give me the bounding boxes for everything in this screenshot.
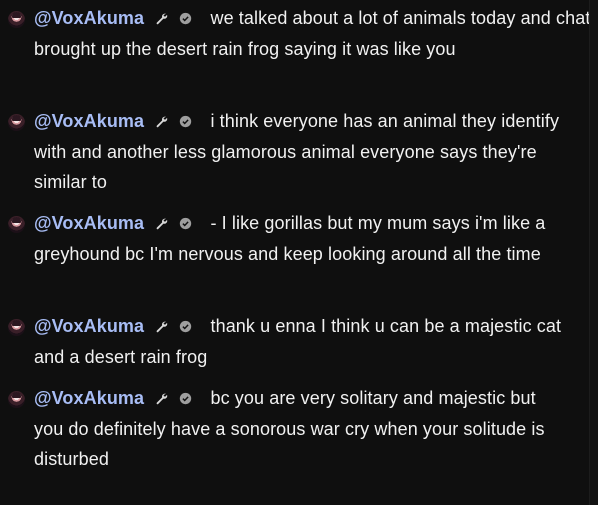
author-name[interactable]: @VoxAkuma xyxy=(34,388,144,408)
verified-check-icon xyxy=(180,115,192,128)
verified-check-icon xyxy=(180,320,192,333)
verified-check-icon xyxy=(180,392,192,405)
author-avatar[interactable] xyxy=(8,216,25,233)
chat-message: @VoxAkuma thank u enna I think u can be … xyxy=(0,311,582,372)
moderator-wrench-icon xyxy=(156,393,168,405)
moderator-wrench-icon xyxy=(156,218,168,230)
moderator-wrench-icon xyxy=(156,116,168,128)
chat-message: @VoxAkuma bc you are very solitary and m… xyxy=(0,383,569,475)
author-name[interactable]: @VoxAkuma xyxy=(34,111,144,131)
moderator-wrench-icon xyxy=(156,321,168,333)
scrollbar-track[interactable] xyxy=(589,0,598,505)
moderator-wrench-icon xyxy=(156,13,168,25)
verified-check-icon xyxy=(180,217,192,230)
author-name[interactable]: @VoxAkuma xyxy=(34,213,144,233)
author-avatar[interactable] xyxy=(8,391,25,408)
chat-message: @VoxAkuma i think everyone has an animal… xyxy=(0,106,574,198)
author-avatar[interactable] xyxy=(8,114,25,131)
author-name[interactable]: @VoxAkuma xyxy=(34,8,144,28)
author-avatar[interactable] xyxy=(8,319,25,336)
author-avatar[interactable] xyxy=(8,11,25,28)
author-name[interactable]: @VoxAkuma xyxy=(34,316,144,336)
chat-message: @VoxAkuma we talked about a lot of anima… xyxy=(0,3,594,64)
verified-check-icon xyxy=(180,12,192,25)
chat-message: @VoxAkuma - I like gorillas but my mum s… xyxy=(0,208,579,269)
